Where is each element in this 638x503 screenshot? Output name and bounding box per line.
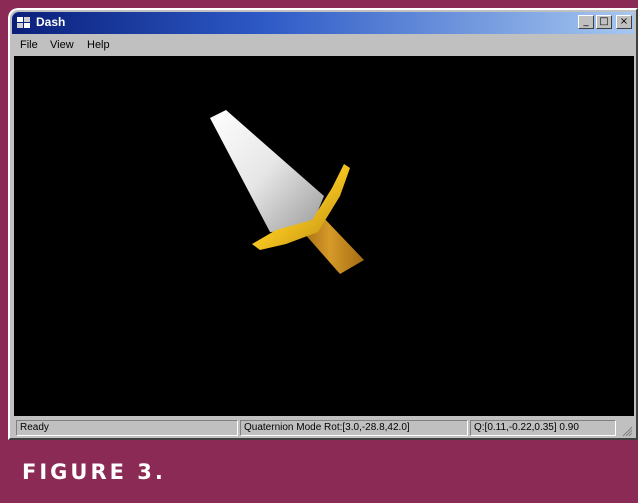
status-mode: Quaternion Mode Rot:[3.0,-28.8,42.0] [240, 420, 468, 436]
status-message: Ready [16, 420, 238, 436]
dagger-model [210, 110, 364, 274]
maximize-button[interactable]: □ [596, 15, 612, 29]
menu-file[interactable]: File [20, 39, 38, 51]
window-title: Dash [36, 15, 66, 29]
figure-frame: Dash _ □ × File View Help Ready Quaterni… [0, 0, 638, 503]
status-quaternion: Q:[0.11,-0.22,0.35] 0.90 [470, 420, 616, 436]
resize-grip-icon[interactable] [621, 425, 633, 437]
menu-help[interactable]: Help [87, 39, 110, 51]
app-icon [17, 17, 30, 28]
close-button[interactable]: × [616, 15, 632, 29]
title-bar[interactable]: Dash _ □ × [12, 12, 634, 34]
dagger-blade [210, 110, 324, 232]
menu-bar: File View Help [12, 36, 634, 56]
render-viewport[interactable] [14, 56, 634, 416]
minimize-button[interactable]: _ [578, 15, 594, 29]
figure-caption: FIGURE 3. [22, 460, 166, 484]
status-bar: Ready Quaternion Mode Rot:[3.0,-28.8,42.… [12, 418, 634, 438]
menu-view[interactable]: View [50, 39, 74, 51]
app-window: Dash _ □ × File View Help Ready Quaterni… [8, 8, 638, 440]
